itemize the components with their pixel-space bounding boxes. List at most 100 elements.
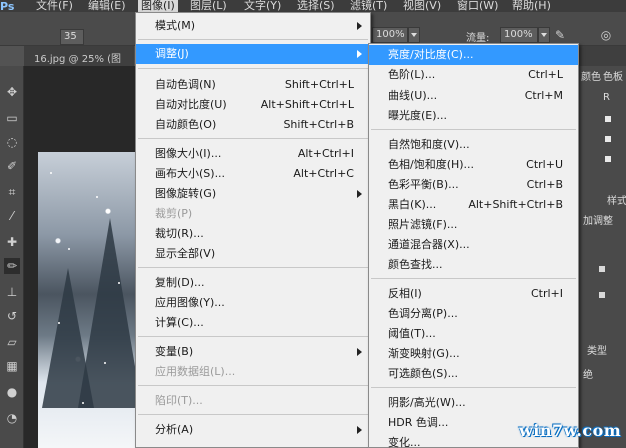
image-menu: 模式(M) 调整(J) 自动色调(N) Shift+Ctrl+L 自动对比度(U… bbox=[135, 12, 371, 448]
menu-item-channel-mixer[interactable]: 通道混合器(X)... bbox=[369, 235, 578, 255]
lasso-tool-icon[interactable]: ◌ bbox=[4, 134, 20, 150]
stamp-tool-icon[interactable]: ⊥ bbox=[4, 284, 20, 300]
menu-window[interactable]: 窗口(W) bbox=[457, 0, 498, 12]
menu-item-trim[interactable]: 裁切(R)... bbox=[136, 224, 370, 244]
menu-item-duplicate[interactable]: 复制(D)... bbox=[136, 273, 370, 293]
menu-item-auto-color[interactable]: 自动颜色(O) Shift+Ctrl+B bbox=[136, 115, 370, 135]
blend-mode-label[interactable]: 绝 bbox=[583, 366, 593, 381]
blur-tool-icon[interactable]: ● bbox=[4, 384, 20, 400]
marquee-tool-icon[interactable]: ▭ bbox=[4, 110, 20, 126]
menu-view[interactable]: 视图(V) bbox=[403, 0, 441, 12]
menu-item-crop: 裁剪(P) bbox=[155, 207, 193, 220]
snowflake bbox=[50, 172, 52, 174]
menu-item-mode[interactable]: 模式(M) bbox=[136, 16, 370, 36]
menu-item-auto-tone[interactable]: 自动色调(N) Shift+Ctrl+L bbox=[136, 75, 370, 95]
snowflake bbox=[68, 248, 70, 250]
tab-swatches[interactable]: 色板 bbox=[603, 68, 623, 83]
menu-item-brightness-contrast[interactable]: 亮度/对比度(C)... bbox=[369, 45, 578, 65]
menu-item-canvas-size[interactable]: 画布大小(S)... Alt+Ctrl+C bbox=[136, 164, 370, 184]
brush-tool-icon[interactable]: ✏ bbox=[4, 258, 20, 274]
menu-item-apply-image[interactable]: 应用图像(Y)... bbox=[136, 293, 370, 313]
swatch[interactable] bbox=[605, 136, 611, 142]
menu-image[interactable]: 图像(I) bbox=[138, 0, 178, 12]
menu-item-analysis[interactable]: 分析(A) bbox=[136, 420, 370, 440]
airbrush-icon[interactable]: ✎ bbox=[552, 27, 568, 43]
eyedropper-tool-icon[interactable]: ⁄ bbox=[4, 208, 20, 224]
menu-separator bbox=[138, 414, 368, 415]
menu-type[interactable]: 文字(Y) bbox=[244, 0, 281, 12]
menu-item-gradient-map[interactable]: 渐变映射(G)... bbox=[369, 344, 578, 364]
menu-layer[interactable]: 图层(L) bbox=[190, 0, 227, 12]
menu-separator bbox=[371, 278, 576, 279]
move-tool-icon[interactable]: ✥ bbox=[4, 84, 20, 100]
menu-item-hue-saturation[interactable]: 色相/饱和度(H)... Ctrl+U bbox=[369, 155, 578, 175]
flow-dropdown-icon[interactable] bbox=[538, 27, 550, 43]
menu-item-adjustments[interactable]: 调整(J) bbox=[136, 44, 370, 64]
menu-item-color-balance[interactable]: 色彩平衡(B)... Ctrl+B bbox=[369, 175, 578, 195]
menu-separator bbox=[371, 129, 576, 130]
eraser-tool-icon[interactable]: ▱ bbox=[4, 334, 20, 350]
submenu-arrow-icon bbox=[357, 50, 362, 58]
swatch[interactable] bbox=[605, 156, 611, 162]
opacity-field[interactable]: 100% bbox=[372, 27, 408, 43]
submenu-arrow-icon bbox=[357, 22, 362, 30]
menu-item-shadows-highlights[interactable]: 阴影/高光(W)... bbox=[369, 393, 578, 413]
menu-item-levels[interactable]: 色阶(L)... Ctrl+L bbox=[369, 65, 578, 85]
snowflake bbox=[96, 196, 98, 198]
menu-item-apply-data-set: 应用数据组(L)... bbox=[155, 365, 236, 378]
menu-file[interactable]: 文件(F) bbox=[36, 0, 73, 12]
document-tab-bar: 16.jpg @ 25% (图 bbox=[24, 46, 134, 66]
swatch[interactable] bbox=[605, 116, 611, 122]
tools-panel: ✥ ▭ ◌ ✐ ⌗ ⁄ ✚ ✏ ⊥ ↺ ▱ ▦ ● ◔ bbox=[0, 66, 24, 448]
healing-tool-icon[interactable]: ✚ bbox=[4, 234, 20, 250]
adjust-panel-label: 加调整 bbox=[583, 216, 613, 227]
adjustments-submenu: 亮度/对比度(C)... 色阶(L)... Ctrl+L 曲线(U)... Ct… bbox=[368, 43, 579, 448]
menu-item-threshold[interactable]: 阈值(T)... bbox=[369, 324, 578, 344]
brush-size-field[interactable]: 35 bbox=[60, 29, 84, 45]
menu-item-curves[interactable]: 曲线(U)... Ctrl+M bbox=[369, 86, 578, 106]
menu-item-exposure[interactable]: 曝光度(E)... bbox=[369, 106, 578, 126]
menu-item-color-lookup[interactable]: 颜色查找... bbox=[369, 255, 578, 275]
menu-item-image-rotation[interactable]: 图像旋转(G) bbox=[136, 184, 370, 204]
pressure-icon[interactable]: ◎ bbox=[598, 27, 614, 43]
canvas-area[interactable] bbox=[24, 66, 142, 448]
style-tab[interactable]: 样式 bbox=[607, 192, 626, 207]
menu-bar: Ps 文件(F) 编辑(E) 图像(I) 图层(L) 文字(Y) 选择(S) 滤… bbox=[0, 0, 626, 12]
menu-item-image-size[interactable]: 图像大小(I)... Alt+Ctrl+I bbox=[136, 144, 370, 164]
gradient-tool-icon[interactable]: ▦ bbox=[4, 358, 20, 374]
tree-shape bbox=[78, 218, 142, 408]
menu-item-invert[interactable]: 反相(I) Ctrl+I bbox=[369, 284, 578, 304]
menu-item-auto-contrast[interactable]: 自动对比度(U) Alt+Shift+Ctrl+L bbox=[136, 95, 370, 115]
menu-edit[interactable]: 编辑(E) bbox=[88, 0, 126, 12]
crop-tool-icon[interactable]: ⌗ bbox=[4, 184, 20, 200]
swatch[interactable] bbox=[599, 266, 605, 272]
menu-item-calculations[interactable]: 计算(C)... bbox=[136, 313, 370, 333]
flow-field[interactable]: 100% bbox=[500, 27, 538, 43]
submenu-arrow-icon bbox=[357, 426, 362, 434]
swatch[interactable] bbox=[599, 292, 605, 298]
quick-select-tool-icon[interactable]: ✐ bbox=[4, 158, 20, 174]
menu-item-selective-color[interactable]: 可选颜色(S)... bbox=[369, 364, 578, 384]
menu-item-vibrance[interactable]: 自然饱和度(V)... bbox=[369, 135, 578, 155]
menu-item-posterize[interactable]: 色调分离(P)... bbox=[369, 304, 578, 324]
submenu-arrow-icon bbox=[357, 348, 362, 356]
history-brush-icon[interactable]: ↺ bbox=[4, 308, 20, 324]
menu-separator bbox=[371, 387, 576, 388]
menu-filter[interactable]: 滤镜(T) bbox=[350, 0, 387, 12]
snowflake bbox=[118, 282, 120, 284]
menu-item-black-white[interactable]: 黑白(K)... Alt+Shift+Ctrl+B bbox=[369, 195, 578, 215]
opacity-dropdown-icon[interactable] bbox=[408, 27, 420, 43]
menu-item-photo-filter[interactable]: 照片滤镜(F)... bbox=[369, 215, 578, 235]
submenu-arrow-icon bbox=[357, 190, 362, 198]
menu-item-trap: 陷印(T)... bbox=[155, 394, 203, 407]
menu-separator bbox=[138, 138, 368, 139]
tab-color[interactable]: 颜色 bbox=[581, 68, 601, 83]
photoshop-logo: Ps bbox=[0, 0, 15, 12]
menu-help[interactable]: 帮助(H) bbox=[512, 0, 551, 12]
dodge-tool-icon[interactable]: ◔ bbox=[4, 410, 20, 426]
menu-item-variables[interactable]: 变量(B) bbox=[136, 342, 370, 362]
document-tab[interactable]: 16.jpg @ 25% (图 bbox=[34, 50, 121, 65]
menu-select[interactable]: 选择(S) bbox=[297, 0, 335, 12]
menu-item-reveal-all[interactable]: 显示全部(V) bbox=[136, 244, 370, 264]
menu-separator bbox=[138, 267, 368, 268]
